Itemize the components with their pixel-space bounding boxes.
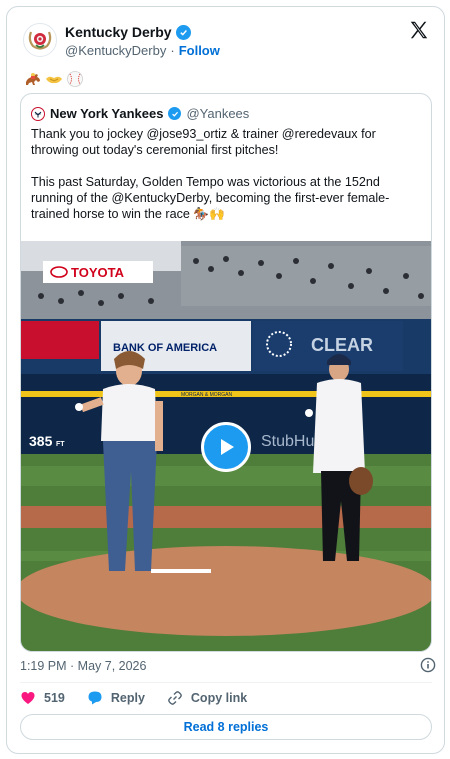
like-count: 519 bbox=[44, 691, 65, 705]
author-name[interactable]: Kentucky Derby bbox=[65, 24, 172, 40]
handshake-emoji-icon bbox=[44, 69, 63, 88]
info-icon[interactable] bbox=[420, 657, 436, 673]
sponsor-strip: MORGAN & MORGAN bbox=[181, 392, 233, 398]
distance-marker: 385 bbox=[29, 433, 53, 449]
distance-unit: FT bbox=[56, 441, 65, 448]
kentucky-derby-logo-icon bbox=[28, 31, 52, 50]
link-icon bbox=[168, 691, 182, 705]
quoted-author-handle[interactable]: @Yankees bbox=[186, 106, 249, 121]
separator-dot: · bbox=[170, 43, 175, 58]
post-timestamp[interactable]: 1:19 PM · May 7, 2026 bbox=[20, 659, 146, 673]
post-text bbox=[23, 69, 84, 88]
quoted-tweet[interactable]: New York Yankees @Yankees Thank you to j… bbox=[20, 93, 432, 652]
stubhub-sign: StubHub bbox=[261, 433, 323, 450]
clear-sign: CLEAR bbox=[311, 335, 373, 355]
play-icon bbox=[221, 439, 234, 455]
reply-label: Reply bbox=[110, 691, 145, 705]
read-replies-button[interactable]: Read 8 replies bbox=[20, 714, 432, 740]
quoted-header: New York Yankees @Yankees bbox=[31, 106, 249, 121]
action-bar: 519 Reply Copy link bbox=[20, 690, 269, 706]
divider bbox=[20, 682, 432, 683]
author-avatar[interactable] bbox=[23, 23, 57, 57]
quoted-paragraph: This past Saturday, Golden Tempo was vic… bbox=[31, 175, 390, 221]
reply-button[interactable]: Reply bbox=[87, 690, 145, 706]
reply-bubble-icon bbox=[88, 691, 102, 705]
quoted-verified-badge-icon bbox=[168, 107, 182, 120]
copy-link-button[interactable]: Copy link bbox=[167, 690, 247, 706]
quoted-text: Thank you to jockey @jose93_ortiz & trai… bbox=[31, 126, 421, 238]
yankees-avatar-icon[interactable] bbox=[31, 106, 45, 121]
author-handle-row: @KentuckyDerby · Follow bbox=[65, 43, 220, 58]
author-name-row[interactable]: Kentucky Derby bbox=[65, 24, 191, 40]
baseball-emoji-icon bbox=[65, 69, 84, 88]
x-logo-icon[interactable] bbox=[408, 19, 430, 41]
toyota-sign: TOYOTA bbox=[71, 265, 125, 280]
horse-racing-emoji-icon bbox=[23, 69, 42, 88]
copy-link-label: Copy link bbox=[190, 691, 248, 705]
quoted-paragraph: Thank you to jockey @jose93_ortiz & trai… bbox=[31, 127, 376, 157]
author-handle[interactable]: @KentuckyDerby bbox=[65, 43, 166, 58]
follow-button[interactable]: Follow bbox=[179, 43, 220, 58]
verified-badge-icon bbox=[175, 24, 191, 40]
like-button[interactable]: 519 bbox=[20, 690, 65, 706]
play-button[interactable] bbox=[201, 422, 251, 472]
quoted-author-name[interactable]: New York Yankees bbox=[50, 106, 163, 121]
video-thumbnail[interactable]: TOYOTA BANK OF AMERICA CLEAR MORGAN & MO… bbox=[21, 241, 431, 651]
heart-icon bbox=[21, 692, 35, 704]
